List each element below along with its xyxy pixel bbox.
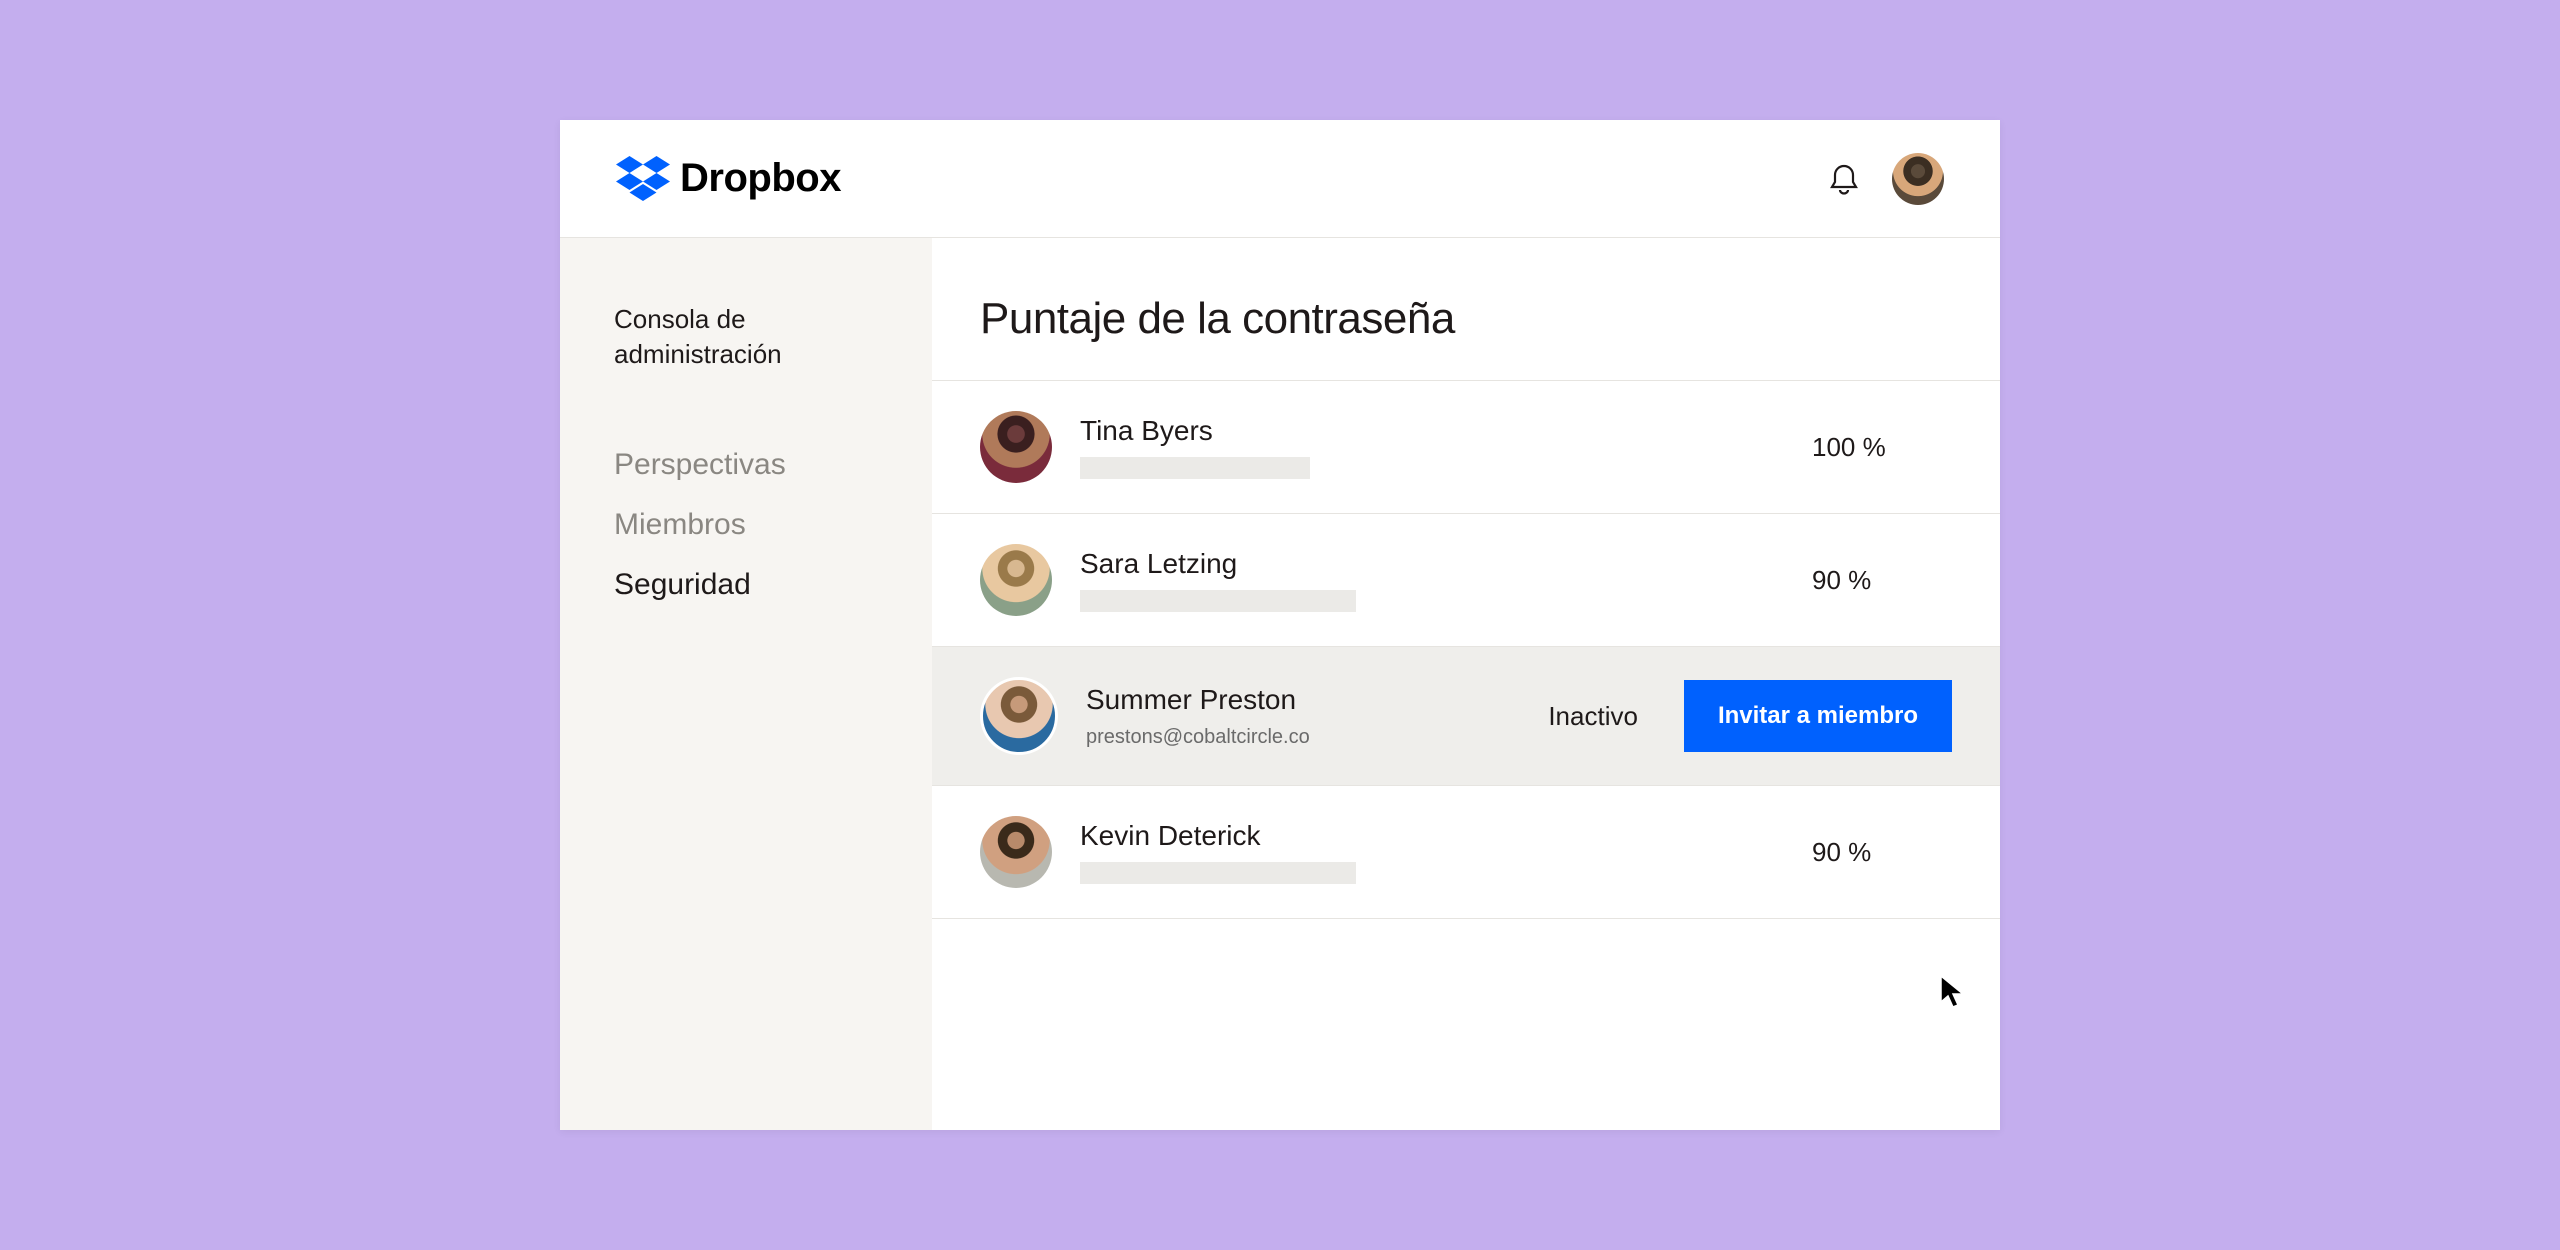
member-name: Sara Letzing <box>1080 548 1784 580</box>
placeholder-bar <box>1080 862 1356 884</box>
sidebar-item-security[interactable]: Seguridad <box>614 568 884 602</box>
sidebar-nav: Perspectivas Miembros Seguridad <box>614 448 884 602</box>
member-info: Kevin Deterick <box>1080 820 1784 884</box>
user-avatar[interactable] <box>1892 153 1944 205</box>
brand[interactable]: Dropbox <box>616 156 841 202</box>
topbar: Dropbox <box>560 120 2000 238</box>
table-row[interactable]: Sara Letzing 90 % <box>932 513 2000 646</box>
member-avatar <box>980 544 1052 616</box>
member-avatar <box>980 411 1052 483</box>
password-score: 90 % <box>1812 837 1952 868</box>
sidebar-item-insights[interactable]: Perspectivas <box>614 448 884 482</box>
app-window: Dropbox Consola de administración Perspe… <box>560 120 2000 1130</box>
topbar-right <box>1828 153 1944 205</box>
page-title: Puntaje de la contraseña <box>932 294 2000 380</box>
member-info: Summer Preston prestons@cobaltcircle.co <box>1086 684 1520 749</box>
member-name: Summer Preston <box>1086 684 1520 716</box>
member-avatar <box>980 816 1052 888</box>
member-avatar <box>980 677 1058 755</box>
sidebar-title: Consola de administración <box>614 302 884 372</box>
sidebar-item-members[interactable]: Miembros <box>614 508 884 542</box>
password-score: 100 % <box>1812 432 1952 463</box>
table-row[interactable]: Summer Preston prestons@cobaltcircle.co … <box>932 646 2000 785</box>
member-name: Kevin Deterick <box>1080 820 1784 852</box>
member-email: prestons@cobaltcircle.co <box>1086 726 1520 749</box>
main-content: Puntaje de la contraseña Tina Byers 100 … <box>932 238 2000 1130</box>
member-info: Tina Byers <box>1080 415 1784 479</box>
brand-name: Dropbox <box>680 156 841 201</box>
invite-member-button[interactable]: Invitar a miembro <box>1684 680 1952 752</box>
placeholder-bar <box>1080 457 1310 479</box>
table-row[interactable]: Kevin Deterick 90 % <box>932 785 2000 919</box>
sidebar: Consola de administración Perspectivas M… <box>560 238 932 1130</box>
member-name: Tina Byers <box>1080 415 1784 447</box>
placeholder-bar <box>1080 590 1356 612</box>
member-info: Sara Letzing <box>1080 548 1784 612</box>
member-list: Tina Byers 100 % Sara Letzing 90 % <box>932 380 2000 919</box>
table-row[interactable]: Tina Byers 100 % <box>932 380 2000 513</box>
notification-bell-icon[interactable] <box>1828 163 1860 195</box>
password-score: 90 % <box>1812 565 1952 596</box>
body: Consola de administración Perspectivas M… <box>560 238 2000 1130</box>
dropbox-logo-icon <box>616 156 670 202</box>
member-status: Inactivo <box>1548 701 1638 732</box>
